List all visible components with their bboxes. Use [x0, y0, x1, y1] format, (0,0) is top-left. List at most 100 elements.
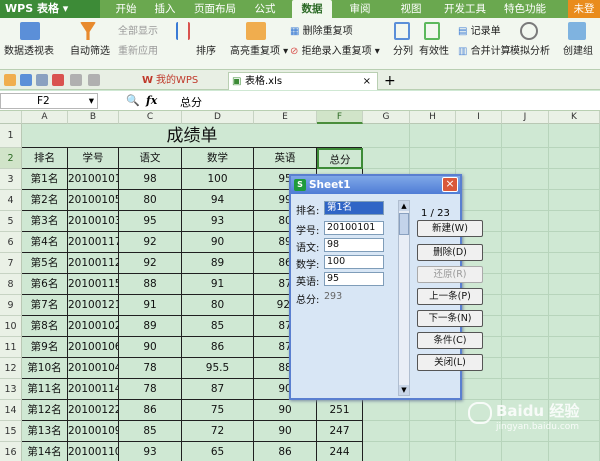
tab-review[interactable]: 审阅 — [345, 0, 375, 18]
data-cell[interactable]: 88 — [119, 274, 182, 295]
criteria-button[interactable]: 条件(C) — [417, 332, 483, 349]
row-header-7[interactable]: 7 — [0, 253, 22, 274]
tab-home[interactable]: 开始 — [110, 0, 142, 18]
data-cell[interactable]: 20100114 — [68, 379, 119, 400]
split-column-button[interactable]: 分列 — [393, 46, 413, 58]
data-cell[interactable]: 100 — [182, 169, 254, 190]
dialog-title-bar[interactable]: S Sheet1 — [291, 176, 460, 194]
empty-cell[interactable] — [549, 358, 600, 379]
empty-cell[interactable] — [456, 190, 502, 211]
empty-cell[interactable] — [549, 442, 600, 461]
empty-cell[interactable] — [549, 295, 600, 316]
empty-cell[interactable] — [502, 148, 549, 169]
data-cell[interactable]: 20100115 — [68, 274, 119, 295]
data-cell[interactable]: 第1名 — [22, 169, 68, 190]
scroll-down-icon[interactable]: ▼ — [399, 385, 409, 395]
data-cell[interactable]: 78 — [119, 358, 182, 379]
row-header-9[interactable]: 9 — [0, 295, 22, 316]
data-cell[interactable]: 第14名 — [22, 442, 68, 461]
fx-label[interactable]: fx — [146, 94, 157, 107]
col-header-J[interactable]: J — [502, 111, 549, 124]
new-tab-button[interactable]: + — [382, 72, 398, 90]
data-cell[interactable]: 86 — [182, 337, 254, 358]
data-cell[interactable]: 20100121 — [68, 295, 119, 316]
header-cell[interactable]: 英语 — [254, 148, 317, 169]
data-cell[interactable]: 86 — [254, 442, 317, 461]
col-header-K[interactable]: K — [549, 111, 600, 124]
name-box[interactable]: F2 ▾ — [0, 93, 98, 109]
col-header-C[interactable]: C — [119, 111, 182, 124]
row-header-16[interactable]: 16 — [0, 442, 22, 461]
sort-button[interactable]: 排序 — [196, 46, 216, 58]
data-cell[interactable]: 20100106 — [68, 337, 119, 358]
empty-cell[interactable] — [502, 211, 549, 232]
data-cell[interactable]: 247 — [317, 421, 363, 442]
data-cell[interactable]: 85 — [182, 316, 254, 337]
autofilter-button[interactable]: 自动筛选 — [70, 46, 110, 58]
empty-cell[interactable] — [549, 337, 600, 358]
data-cell[interactable]: 92 — [119, 232, 182, 253]
new-button[interactable]: 新建(W) — [417, 220, 483, 237]
header-cell[interactable]: 学号 — [68, 148, 119, 169]
data-cell[interactable]: 91 — [119, 295, 182, 316]
empty-cell[interactable] — [549, 274, 600, 295]
empty-cell[interactable] — [410, 400, 456, 421]
tab-workbook[interactable]: ▣ 表格.xls × — [228, 72, 378, 90]
header-cell[interactable]: 数学 — [182, 148, 254, 169]
empty-cell[interactable] — [456, 148, 502, 169]
row-header-6[interactable]: 6 — [0, 232, 22, 253]
record-form-button[interactable]: ▤ 记录单 — [458, 26, 501, 38]
data-cell[interactable]: 90 — [182, 232, 254, 253]
close-icon[interactable]: × — [442, 177, 458, 192]
data-cell[interactable]: 第3名 — [22, 211, 68, 232]
field-input[interactable]: 100 — [324, 255, 384, 269]
data-cell[interactable]: 20100109 — [68, 421, 119, 442]
sheet-title-cell[interactable]: 成绩单 — [22, 124, 362, 148]
data-cell[interactable]: 90 — [254, 400, 317, 421]
empty-cell[interactable] — [363, 124, 410, 148]
restore-button[interactable]: 还原(R) — [417, 266, 483, 283]
row-header-13[interactable]: 13 — [0, 379, 22, 400]
empty-cell[interactable] — [549, 232, 600, 253]
data-cell[interactable]: 第10名 — [22, 358, 68, 379]
undo-icon[interactable] — [70, 74, 82, 86]
empty-cell[interactable] — [549, 253, 600, 274]
group-button[interactable]: 创建组 — [563, 46, 593, 58]
row-header-4[interactable]: 4 — [0, 190, 22, 211]
empty-cell[interactable] — [502, 169, 549, 190]
empty-cell[interactable] — [549, 190, 600, 211]
reject-duplicates-button[interactable]: ⊘ 拒绝录入重复项 ▾ — [290, 46, 380, 58]
empty-cell[interactable] — [363, 148, 410, 169]
reapply-button[interactable]: 重新应用 — [118, 46, 158, 58]
data-cell[interactable]: 第8名 — [22, 316, 68, 337]
col-header-G[interactable]: G — [363, 111, 410, 124]
pivot-table-button[interactable]: 数据透视表 — [4, 46, 54, 58]
empty-cell[interactable] — [502, 124, 549, 148]
data-cell[interactable]: 244 — [317, 442, 363, 461]
row-header-2[interactable]: 2 — [0, 148, 22, 169]
empty-cell[interactable] — [363, 400, 410, 421]
save-icon[interactable] — [20, 74, 32, 86]
empty-cell[interactable] — [456, 442, 502, 461]
col-header-B[interactable]: B — [68, 111, 119, 124]
show-all-button[interactable]: 全部显示 — [118, 26, 158, 38]
close-button[interactable]: 关闭(L) — [417, 354, 483, 371]
field-input[interactable]: 95 — [324, 272, 384, 286]
data-cell[interactable]: 80 — [119, 190, 182, 211]
data-cell[interactable]: 98 — [119, 169, 182, 190]
data-cell[interactable]: 20100104 — [68, 358, 119, 379]
empty-cell[interactable] — [410, 442, 456, 461]
row-header-11[interactable]: 11 — [0, 337, 22, 358]
delete-button[interactable]: 删除(D) — [417, 244, 483, 261]
data-cell[interactable]: 20100112 — [68, 253, 119, 274]
data-cell[interactable]: 93 — [119, 442, 182, 461]
field-input[interactable]: 第1名 — [324, 201, 384, 215]
tab-my-wps[interactable]: W 我的WPS — [140, 72, 225, 90]
empty-cell[interactable] — [502, 232, 549, 253]
validity-button[interactable]: 有效性 — [419, 46, 449, 58]
row-header-14[interactable]: 14 — [0, 400, 22, 421]
open-icon[interactable] — [4, 74, 16, 86]
tab-view[interactable]: 视图 — [396, 0, 426, 18]
data-cell[interactable]: 第4名 — [22, 232, 68, 253]
data-cell[interactable]: 第5名 — [22, 253, 68, 274]
